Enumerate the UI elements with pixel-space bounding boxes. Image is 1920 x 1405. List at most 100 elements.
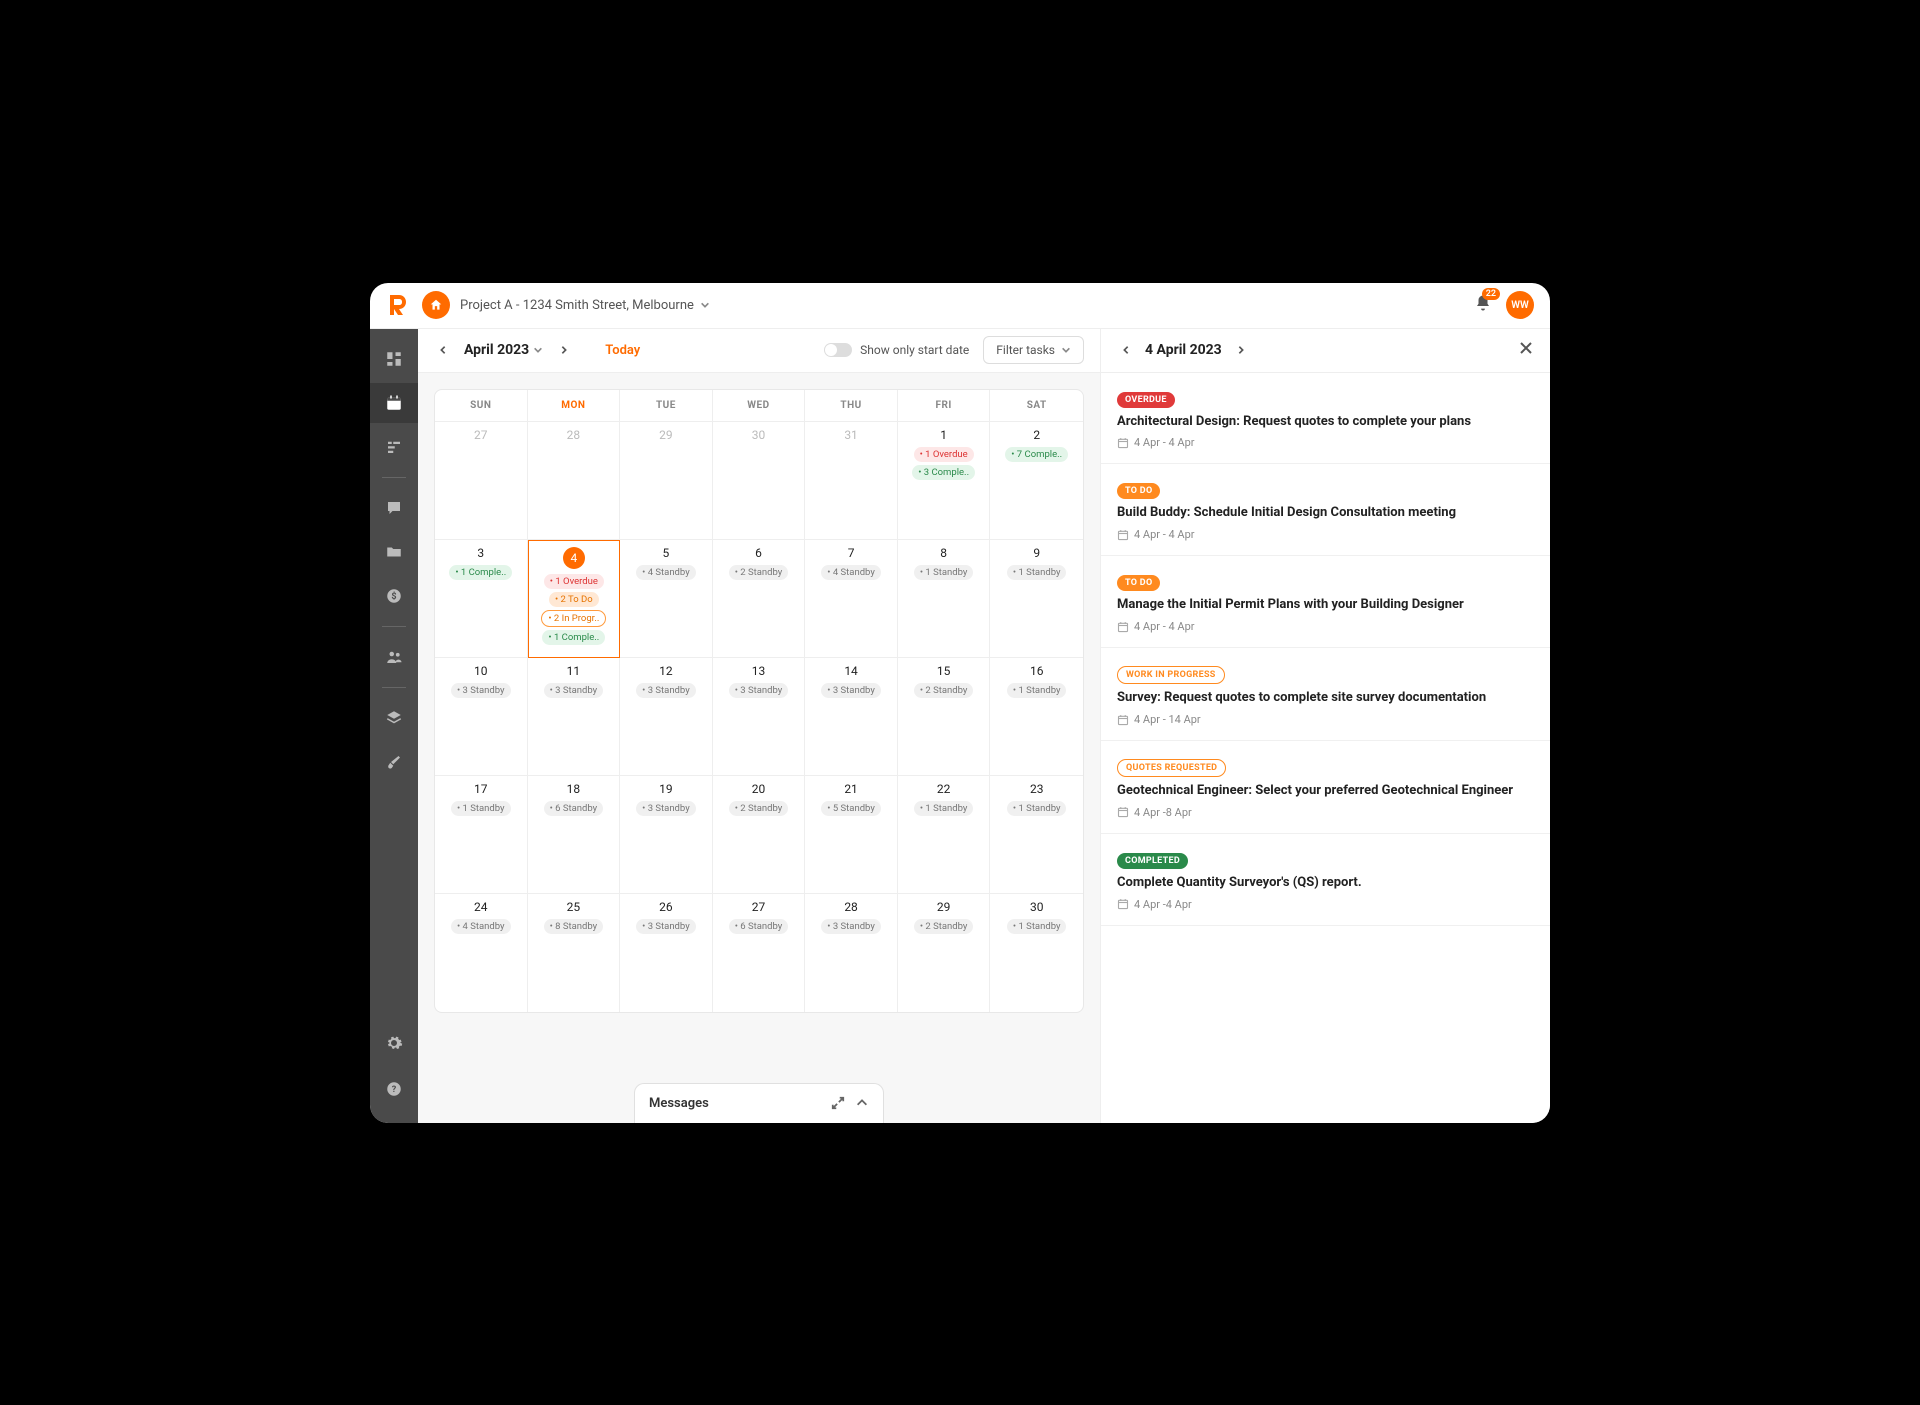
- day-cell[interactable]: 29• 2 Standby: [898, 894, 991, 1012]
- status-pill[interactable]: • 3 Standby: [636, 919, 696, 934]
- status-pill[interactable]: • 2 Standby: [914, 683, 974, 698]
- day-cell[interactable]: 1• 1 Overdue• 3 Comple..: [898, 422, 991, 540]
- task-item[interactable]: QUOTES REQUESTEDGeotechnical Engineer: S…: [1101, 741, 1550, 834]
- status-pill[interactable]: • 1 Standby: [914, 801, 974, 816]
- status-pill[interactable]: • 3 Standby: [544, 683, 604, 698]
- day-cell[interactable]: 25• 8 Standby: [528, 894, 621, 1012]
- day-cell[interactable]: 28• 3 Standby: [805, 894, 898, 1012]
- status-pill[interactable]: • 7 Comple..: [1005, 447, 1068, 462]
- status-pill[interactable]: • 3 Standby: [821, 683, 881, 698]
- sidebar-item-finance[interactable]: $: [370, 576, 418, 616]
- day-cell[interactable]: 12• 3 Standby: [620, 658, 713, 776]
- prev-month-button[interactable]: [434, 341, 452, 359]
- day-cell[interactable]: 7• 4 Standby: [805, 540, 898, 658]
- day-cell[interactable]: 10• 3 Standby: [435, 658, 528, 776]
- status-pill[interactable]: • 3 Standby: [636, 683, 696, 698]
- prev-day-button[interactable]: [1117, 341, 1135, 359]
- messages-dock[interactable]: Messages: [634, 1083, 884, 1123]
- status-pill[interactable]: • 2 Standby: [729, 801, 789, 816]
- day-cell[interactable]: 28: [528, 422, 621, 540]
- status-pill[interactable]: • 5 Standby: [821, 801, 881, 816]
- day-cell[interactable]: 6• 2 Standby: [713, 540, 806, 658]
- next-month-button[interactable]: [555, 341, 573, 359]
- status-pill[interactable]: • 6 Standby: [729, 919, 789, 934]
- day-cell[interactable]: 27• 6 Standby: [713, 894, 806, 1012]
- close-detail-button[interactable]: [1518, 340, 1534, 360]
- notifications-button[interactable]: 22: [1474, 294, 1492, 316]
- show-start-date-toggle[interactable]: Show only start date: [824, 343, 969, 357]
- day-cell[interactable]: 15• 2 Standby: [898, 658, 991, 776]
- day-cell[interactable]: 24• 4 Standby: [435, 894, 528, 1012]
- today-button[interactable]: Today: [605, 343, 640, 358]
- status-pill[interactable]: • 1 Standby: [1007, 565, 1067, 580]
- status-pill[interactable]: • 2 In Progr..: [541, 610, 606, 627]
- status-pill[interactable]: • 6 Standby: [544, 801, 604, 816]
- month-label[interactable]: April 2023: [464, 342, 543, 358]
- status-pill[interactable]: • 1 Standby: [1007, 919, 1067, 934]
- day-cell[interactable]: 23• 1 Standby: [990, 776, 1083, 894]
- day-cell[interactable]: 26• 3 Standby: [620, 894, 713, 1012]
- home-button[interactable]: [422, 291, 450, 319]
- status-pill[interactable]: • 1 Standby: [451, 801, 511, 816]
- sidebar-item-tasks[interactable]: [370, 427, 418, 467]
- day-cell[interactable]: 30: [713, 422, 806, 540]
- task-item[interactable]: WORK IN PROGRESSSurvey: Request quotes t…: [1101, 648, 1550, 741]
- status-pill[interactable]: • 3 Standby: [821, 919, 881, 934]
- day-cell[interactable]: 22• 1 Standby: [898, 776, 991, 894]
- sidebar-item-paint[interactable]: [370, 742, 418, 782]
- day-cell[interactable]: 4• 1 Overdue• 2 To Do• 2 In Progr..• 1 C…: [528, 540, 621, 658]
- sidebar-item-team[interactable]: [370, 637, 418, 677]
- day-cell[interactable]: 11• 3 Standby: [528, 658, 621, 776]
- day-cell[interactable]: 14• 3 Standby: [805, 658, 898, 776]
- sidebar-item-chat[interactable]: [370, 488, 418, 528]
- day-cell[interactable]: 8• 1 Standby: [898, 540, 991, 658]
- day-cell[interactable]: 20• 2 Standby: [713, 776, 806, 894]
- day-cell[interactable]: 3• 1 Comple..: [435, 540, 528, 658]
- day-cell[interactable]: 2• 7 Comple..: [990, 422, 1083, 540]
- day-cell[interactable]: 21• 5 Standby: [805, 776, 898, 894]
- day-cell[interactable]: 9• 1 Standby: [990, 540, 1083, 658]
- day-cell[interactable]: 19• 3 Standby: [620, 776, 713, 894]
- status-pill[interactable]: • 1 Standby: [1007, 801, 1067, 816]
- day-cell[interactable]: 29: [620, 422, 713, 540]
- status-pill[interactable]: • 3 Standby: [729, 683, 789, 698]
- day-cell[interactable]: 18• 6 Standby: [528, 776, 621, 894]
- day-cell[interactable]: 13• 3 Standby: [713, 658, 806, 776]
- sidebar-item-help[interactable]: ?: [370, 1069, 418, 1109]
- status-pill[interactable]: • 3 Comple..: [912, 465, 975, 480]
- day-cell[interactable]: 30• 1 Standby: [990, 894, 1083, 1012]
- status-pill[interactable]: • 2 Standby: [729, 565, 789, 580]
- filter-tasks-button[interactable]: Filter tasks: [983, 336, 1084, 364]
- task-item[interactable]: TO DOManage the Initial Permit Plans wit…: [1101, 556, 1550, 648]
- sidebar-item-calendar[interactable]: [370, 383, 418, 423]
- day-cell[interactable]: 27: [435, 422, 528, 540]
- next-day-button[interactable]: [1232, 341, 1250, 359]
- status-pill[interactable]: • 4 Standby: [451, 919, 511, 934]
- status-pill[interactable]: • 4 Standby: [636, 565, 696, 580]
- day-cell[interactable]: 31: [805, 422, 898, 540]
- status-pill[interactable]: • 1 Comple..: [542, 630, 605, 645]
- sidebar-item-dashboard[interactable]: [370, 339, 418, 379]
- status-pill[interactable]: • 1 Overdue: [914, 447, 974, 462]
- project-selector[interactable]: Project A - 1234 Smith Street, Melbourne: [460, 298, 710, 313]
- task-item[interactable]: OVERDUEArchitectural Design: Request quo…: [1101, 373, 1550, 465]
- day-cell[interactable]: 16• 1 Standby: [990, 658, 1083, 776]
- status-pill[interactable]: • 1 Comple..: [449, 565, 512, 580]
- user-avatar[interactable]: WW: [1506, 291, 1534, 319]
- status-pill[interactable]: • 1 Standby: [1007, 683, 1067, 698]
- task-item[interactable]: TO DOBuild Buddy: Schedule Initial Desig…: [1101, 464, 1550, 556]
- status-pill[interactable]: • 1 Standby: [914, 565, 974, 580]
- status-pill[interactable]: • 4 Standby: [821, 565, 881, 580]
- task-item[interactable]: COMPLETEDComplete Quantity Surveyor's (Q…: [1101, 834, 1550, 926]
- status-pill[interactable]: • 1 Overdue: [544, 574, 604, 589]
- sidebar-item-layers[interactable]: [370, 698, 418, 738]
- status-pill[interactable]: • 2 Standby: [914, 919, 974, 934]
- status-pill[interactable]: • 8 Standby: [544, 919, 604, 934]
- day-cell[interactable]: 17• 1 Standby: [435, 776, 528, 894]
- day-cell[interactable]: 5• 4 Standby: [620, 540, 713, 658]
- sidebar-item-files[interactable]: [370, 532, 418, 572]
- status-pill[interactable]: • 3 Standby: [451, 683, 511, 698]
- sidebar-item-settings[interactable]: [370, 1023, 418, 1063]
- status-pill[interactable]: • 3 Standby: [636, 801, 696, 816]
- status-pill[interactable]: • 2 To Do: [549, 592, 599, 607]
